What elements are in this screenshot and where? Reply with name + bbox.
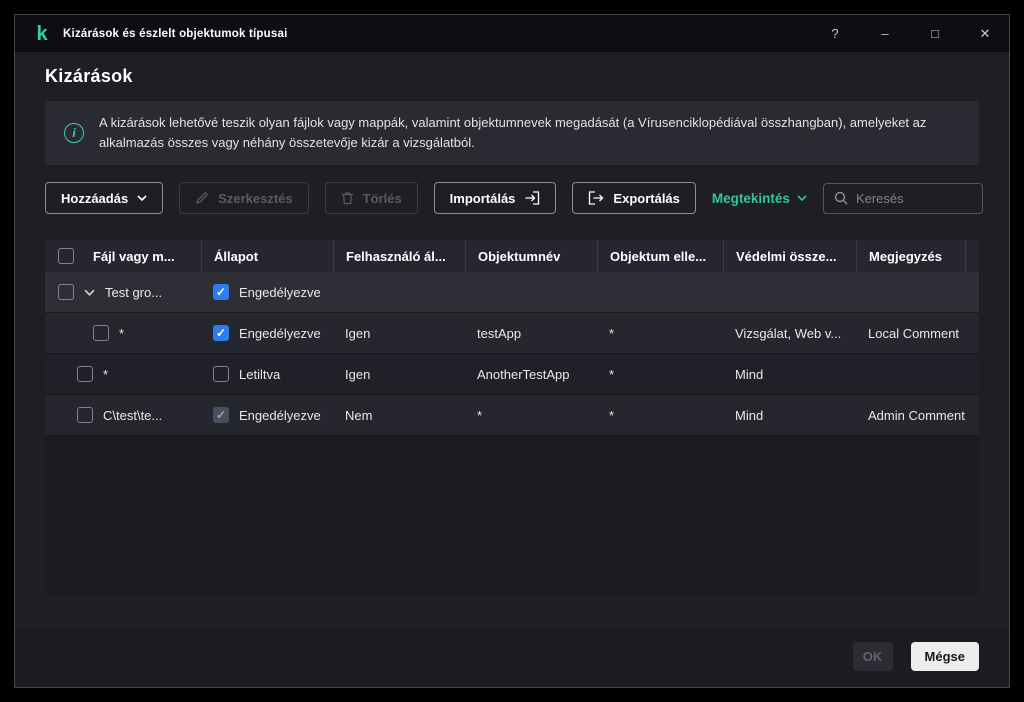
window-controls: ? – □ ✕: [827, 26, 993, 42]
column-header-comment[interactable]: Megjegyzés: [856, 240, 965, 272]
cell-protection: Vizsgálat, Web v...: [723, 326, 856, 341]
cell-comment: Local Comment: [856, 326, 965, 341]
table-header: Fájl vagy m... Állapot Felhasználó ál...…: [45, 240, 979, 272]
trash-icon: [341, 191, 354, 205]
add-button-label: Hozzáadás: [61, 191, 128, 206]
exclusions-table: Fájl vagy m... Állapot Felhasználó ál...…: [45, 240, 979, 595]
cell-user: Nem: [333, 408, 465, 423]
edit-button-label: Szerkesztés: [218, 191, 292, 206]
cell-object-name: *: [465, 408, 597, 423]
row-checkbox[interactable]: [77, 366, 93, 382]
column-header-status[interactable]: Állapot: [201, 240, 333, 272]
status-checkbox[interactable]: [213, 325, 229, 341]
group-name: Test gro...: [105, 285, 162, 300]
info-banner-text: A kizárások lehetővé teszik olyan fájlok…: [99, 113, 960, 153]
dialog-footer: OK Mégse: [15, 625, 1009, 687]
status-label: Letiltva: [239, 367, 280, 382]
export-button-label: Exportálás: [613, 191, 679, 206]
toolbar: Hozzáadás Szerkesztés Törlés Importálás …: [45, 182, 979, 214]
cell-protection: Mind: [723, 408, 856, 423]
column-header-file[interactable]: Fájl vagy m...: [81, 240, 201, 272]
main-content: Kizárások i A kizárások lehetővé teszik …: [15, 52, 1009, 625]
row-checkbox[interactable]: [93, 325, 109, 341]
search-input[interactable]: [856, 191, 972, 206]
cell-file: C\test\te...: [103, 408, 162, 423]
column-header-user[interactable]: Felhasználó ál...: [333, 240, 465, 272]
status-checkbox[interactable]: [213, 366, 229, 382]
row-checkbox[interactable]: [58, 284, 74, 300]
column-header-protection[interactable]: Védelmi össze...: [723, 240, 856, 272]
info-banner: i A kizárások lehetővé teszik olyan fájl…: [45, 101, 979, 165]
expander-chevron-down-icon[interactable]: [84, 289, 95, 296]
search-box: [823, 183, 983, 214]
search-icon: [834, 191, 848, 205]
titlebar: k Kizárások és észlelt objektumok típusa…: [15, 15, 1009, 52]
ok-button[interactable]: OK: [853, 642, 893, 671]
cell-checksum: *: [597, 326, 723, 341]
view-menu-label: Megtekintés: [712, 191, 790, 206]
page-title: Kizárások: [45, 66, 979, 87]
select-all-checkbox[interactable]: [58, 248, 74, 264]
row-checkbox[interactable]: [77, 407, 93, 423]
minimize-button[interactable]: –: [877, 26, 893, 41]
chevron-down-icon: [137, 195, 147, 201]
table-row[interactable]: C\test\te... Engedélyezve Nem * * Mind A…: [45, 395, 979, 436]
table-row[interactable]: * Engedélyezve Igen testApp * Vizsgálat,…: [45, 313, 979, 354]
help-button[interactable]: ?: [827, 26, 843, 41]
cell-protection: Mind: [723, 367, 856, 382]
info-icon: i: [64, 123, 84, 143]
cell-object-name: AnotherTestApp: [465, 367, 597, 382]
cell-user: Igen: [333, 367, 465, 382]
scrollbar-track[interactable]: [965, 240, 979, 272]
close-button[interactable]: ✕: [977, 26, 993, 42]
cancel-button[interactable]: Mégse: [911, 642, 979, 671]
cell-object-name: testApp: [465, 326, 597, 341]
status-checkbox: [213, 407, 229, 423]
cell-comment: Admin Comment: [856, 408, 965, 423]
window-title: Kizárások és észlelt objektumok típusai: [63, 28, 287, 40]
export-icon: [588, 191, 604, 205]
cell-user: Igen: [333, 326, 465, 341]
chevron-down-icon: [797, 195, 807, 201]
cell-checksum: *: [597, 408, 723, 423]
maximize-button[interactable]: □: [927, 26, 943, 41]
app-window: k Kizárások és észlelt objektumok típusa…: [14, 14, 1010, 688]
pencil-icon: [195, 191, 209, 205]
column-header-checksum[interactable]: Objektum elle...: [597, 240, 723, 272]
table-empty-area: [45, 436, 979, 595]
delete-button-label: Törlés: [363, 191, 402, 206]
table-row-group[interactable]: Test gro... Engedélyezve: [45, 272, 979, 313]
import-icon: [524, 191, 540, 205]
status-checkbox[interactable]: [213, 284, 229, 300]
cell-file: *: [103, 367, 108, 382]
status-label: Engedélyezve: [239, 326, 321, 341]
delete-button[interactable]: Törlés: [325, 182, 418, 214]
cell-file: *: [119, 326, 124, 341]
import-button[interactable]: Importálás: [434, 182, 557, 214]
add-button[interactable]: Hozzáadás: [45, 182, 163, 214]
edit-button[interactable]: Szerkesztés: [179, 182, 308, 214]
view-menu-button[interactable]: Megtekintés: [712, 191, 807, 206]
cell-checksum: *: [597, 367, 723, 382]
status-label: Engedélyezve: [239, 408, 321, 423]
column-header-object-name[interactable]: Objektumnév: [465, 240, 597, 272]
export-button[interactable]: Exportálás: [572, 182, 695, 214]
import-button-label: Importálás: [450, 191, 516, 206]
table-row[interactable]: * Letiltva Igen AnotherTestApp * Mind: [45, 354, 979, 395]
kaspersky-logo-icon: k: [31, 23, 53, 45]
status-label: Engedélyezve: [239, 285, 321, 300]
